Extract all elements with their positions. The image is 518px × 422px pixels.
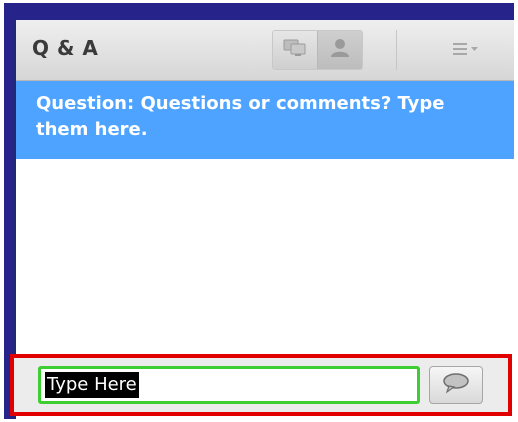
question-input[interactable]: Type Here xyxy=(38,366,420,404)
view-toggle-group xyxy=(272,30,363,70)
question-input-area: Type Here xyxy=(10,354,512,416)
participant-view-button[interactable] xyxy=(317,31,362,69)
pod-header: Q & A xyxy=(16,20,514,81)
pod-options-menu-button[interactable] xyxy=(448,38,484,62)
participant-view-icon xyxy=(328,37,352,63)
question-input-text: Type Here xyxy=(45,372,139,398)
send-button[interactable] xyxy=(429,366,483,404)
presenter-view-button[interactable] xyxy=(273,31,317,69)
pod-options-menu-icon xyxy=(451,41,481,60)
pod-title: Q & A xyxy=(32,36,99,60)
presenter-view-icon xyxy=(282,37,308,63)
question-item[interactable]: Question: Questions or comments? Type th… xyxy=(16,81,514,159)
question-list: Question: Questions or comments? Type th… xyxy=(16,81,514,353)
speech-bubble-icon xyxy=(441,372,471,398)
header-divider xyxy=(396,30,397,70)
